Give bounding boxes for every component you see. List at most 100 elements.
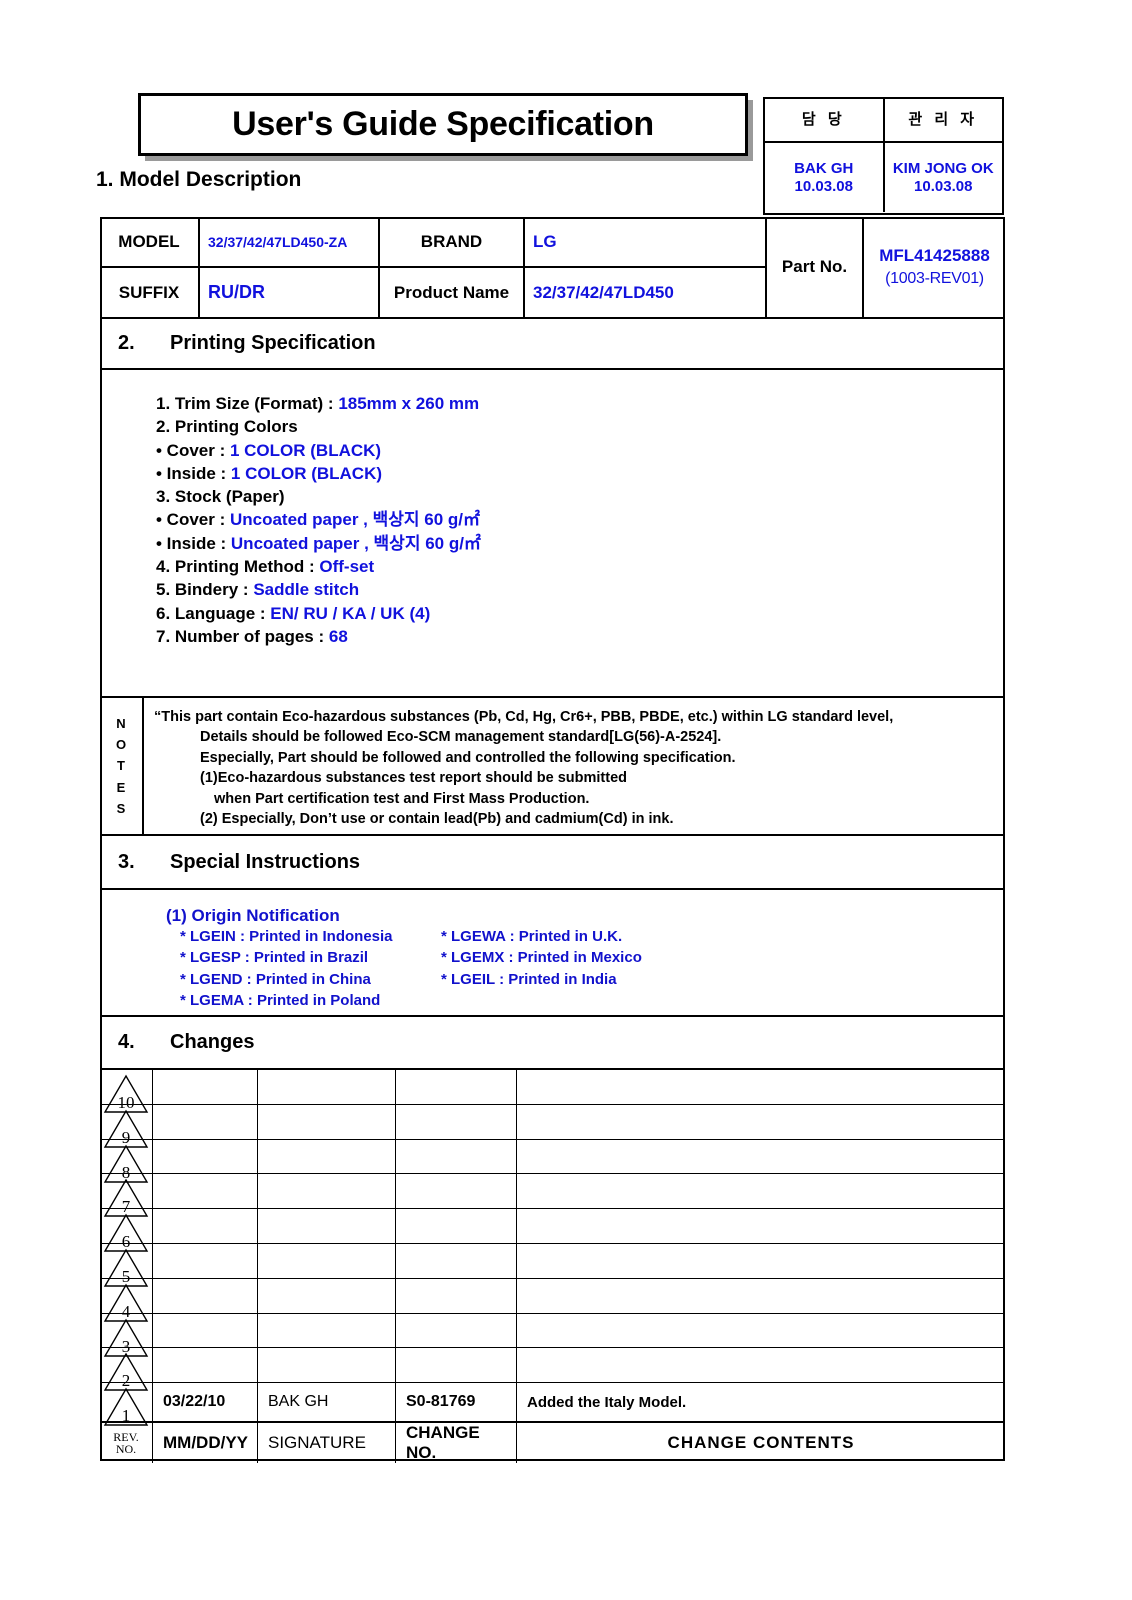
origin-right: * LGEMX : Printed in Mexico [441,949,642,967]
printing-specification-body: 1. Trim Size (Format) : 185mm x 260 mm 2… [100,370,1005,692]
origin-row: * LGESP : Printed in Brazil * LGEMX : Pr… [166,947,1005,968]
origin-right: * LGEIL : Printed in India [441,970,617,988]
change-date [153,1209,258,1243]
section-2-band: 2. Printing Specification [100,317,1005,370]
change-number [396,1313,517,1348]
spec-label: 5. Bindery : [156,580,254,600]
model-description-table: MODEL 32/37/42/47LD450-ZA BRAND LG SUFFI… [100,217,1005,317]
change-date [153,1243,258,1278]
origin-left: * LGESP : Printed in Brazil [180,949,369,967]
spec-label: • Inside : [156,463,231,483]
change-number [396,1278,517,1313]
table-row: 10 [100,1070,1005,1113]
change-number [396,1348,517,1383]
change-number-text: S0-81769 [406,1393,476,1411]
change-date [153,1313,258,1348]
change-contents [517,1174,1005,1208]
change-contents [517,1070,1005,1104]
table-row: 4 [100,1278,1005,1322]
notes-letter: E [116,779,126,795]
change-signature [258,1348,396,1383]
page-title: User's Guide Specification [232,105,654,143]
part-no-value: MFL41425888 [879,245,990,265]
section-3-title: Special Instructions [170,850,361,873]
spec-line: 2. Printing Colors [156,415,1005,438]
table-row: 9 [100,1104,1005,1148]
section-3-band: 3. Special Instructions [100,836,1005,890]
spec-value: Uncoated paper , 백상지 60 g/㎡ [229,510,480,530]
suffix-row: SUFFIX RU/DR Product Name 32/37/42/47LD4… [100,268,765,317]
spec-label: • Cover : [156,440,230,460]
brand-label: BRAND [380,217,525,266]
origin-row: * LGEMA : Printed in Poland [166,990,1005,1011]
revision-marker: 10 [100,1070,153,1113]
section-4-title: Changes [170,1031,255,1053]
model-row: MODEL 32/37/42/47LD450-ZA BRAND LG [100,217,765,268]
origin-left: * LGEND : Printed in China [180,970,371,988]
notes-line: “This part contain Eco-hazardous substan… [154,709,894,725]
change-no-header-text: CHANGE NO. [406,1423,480,1463]
change-date [153,1174,258,1209]
approval-manager-name: KIM JONG OK [892,159,994,177]
spec-line: 4. Printing Method : Off-set [156,555,1005,578]
spec-line: • Inside : 1 COLOR (BLACK) [156,462,1005,485]
change-signature: BAK GH [258,1383,396,1422]
approval-signer-manager: KIM JONG OK 10.03.08 [885,143,1003,212]
change-contents: Added the Italy Model. [517,1383,1005,1421]
model-label: MODEL [100,217,200,266]
change-number: S0-81769 [396,1383,517,1422]
spec-label: 2. Printing Colors [156,417,298,437]
change-contents-text: Added the Italy Model. [527,1393,687,1411]
change-signature-text: BAK GH [268,1393,329,1411]
table-row: 2 [100,1348,1005,1392]
spec-line: • Cover : 1 COLOR (BLACK) [156,439,1005,462]
change-contents-header-text: CHANGE CONTENTS [667,1433,855,1453]
section-2-number: 2. [118,332,135,354]
spec-line: • Cover : Uncoated paper , 백상지 60 g/㎡ [156,508,1005,531]
part-no-values: MFL41425888 (1003-REV01) [864,217,1005,317]
spec-label: 3. Stock (Paper) [156,487,285,507]
change-signature [258,1139,396,1174]
part-no-revision: (1003-REV01) [885,269,984,287]
notes-letter: O [115,737,127,753]
notes-letter: N [116,716,126,732]
change-contents [517,1314,1005,1348]
spec-label: 7. Number of pages : [156,626,329,646]
change-contents [517,1348,1005,1382]
spec-line: 1. Trim Size (Format) : 185mm x 260 mm [156,392,1005,415]
change-contents [517,1279,1005,1313]
change-contents [517,1140,1005,1174]
notes-line: Especially, Part should be followed and … [200,749,736,766]
spec-value: 1 COLOR (BLACK) [230,463,383,483]
section-3-number: 3. [118,850,135,873]
revision-marker: 3 [100,1313,153,1357]
section-1-heading: 1. Model Description [96,168,302,191]
spec-label: • Inside : [156,533,231,553]
notes-letter: T [117,758,125,774]
revision-marker: 1 [100,1383,153,1426]
revision-marker: 5 [100,1243,153,1287]
table-row: 1 03/22/10 BAK GH S0-81769 Added the Ita… [100,1383,1005,1426]
signature-header-text: SIGNATURE [268,1433,366,1453]
change-contents [517,1244,1005,1278]
spec-line: 3. Stock (Paper) [156,485,1005,508]
table-row: 5 [100,1243,1005,1287]
special-instructions-body: (1) Origin Notification * LGEIN : Printe… [100,890,1005,1015]
suffix-label: SUFFIX [100,268,200,317]
rev-no-line2: NO. [115,1442,137,1457]
spec-label: 1. Trim Size (Format) : [156,394,339,413]
change-number [396,1243,517,1278]
change-contents [517,1105,1005,1139]
notes-line: (2) Especially, Don’t use or contain lea… [200,811,674,828]
brand-value: LG [533,231,557,251]
change-number [396,1139,517,1174]
origin-left: * LGEIN : Printed in Indonesia [180,928,393,945]
change-number [396,1104,517,1139]
approval-label-owner: 담 당 [765,99,885,141]
revision-triangle-icon: 1 [103,1387,149,1427]
change-contents [517,1209,1005,1243]
approval-box: 담 당 관 리 자 BAK GH 10.03.08 KIM JONG OK 10… [763,97,1004,215]
approval-header-row: 담 당 관 리 자 [765,99,1002,143]
model-value: 32/37/42/47LD450-ZA [200,217,380,266]
suffix-value: RU/DR [200,268,380,317]
